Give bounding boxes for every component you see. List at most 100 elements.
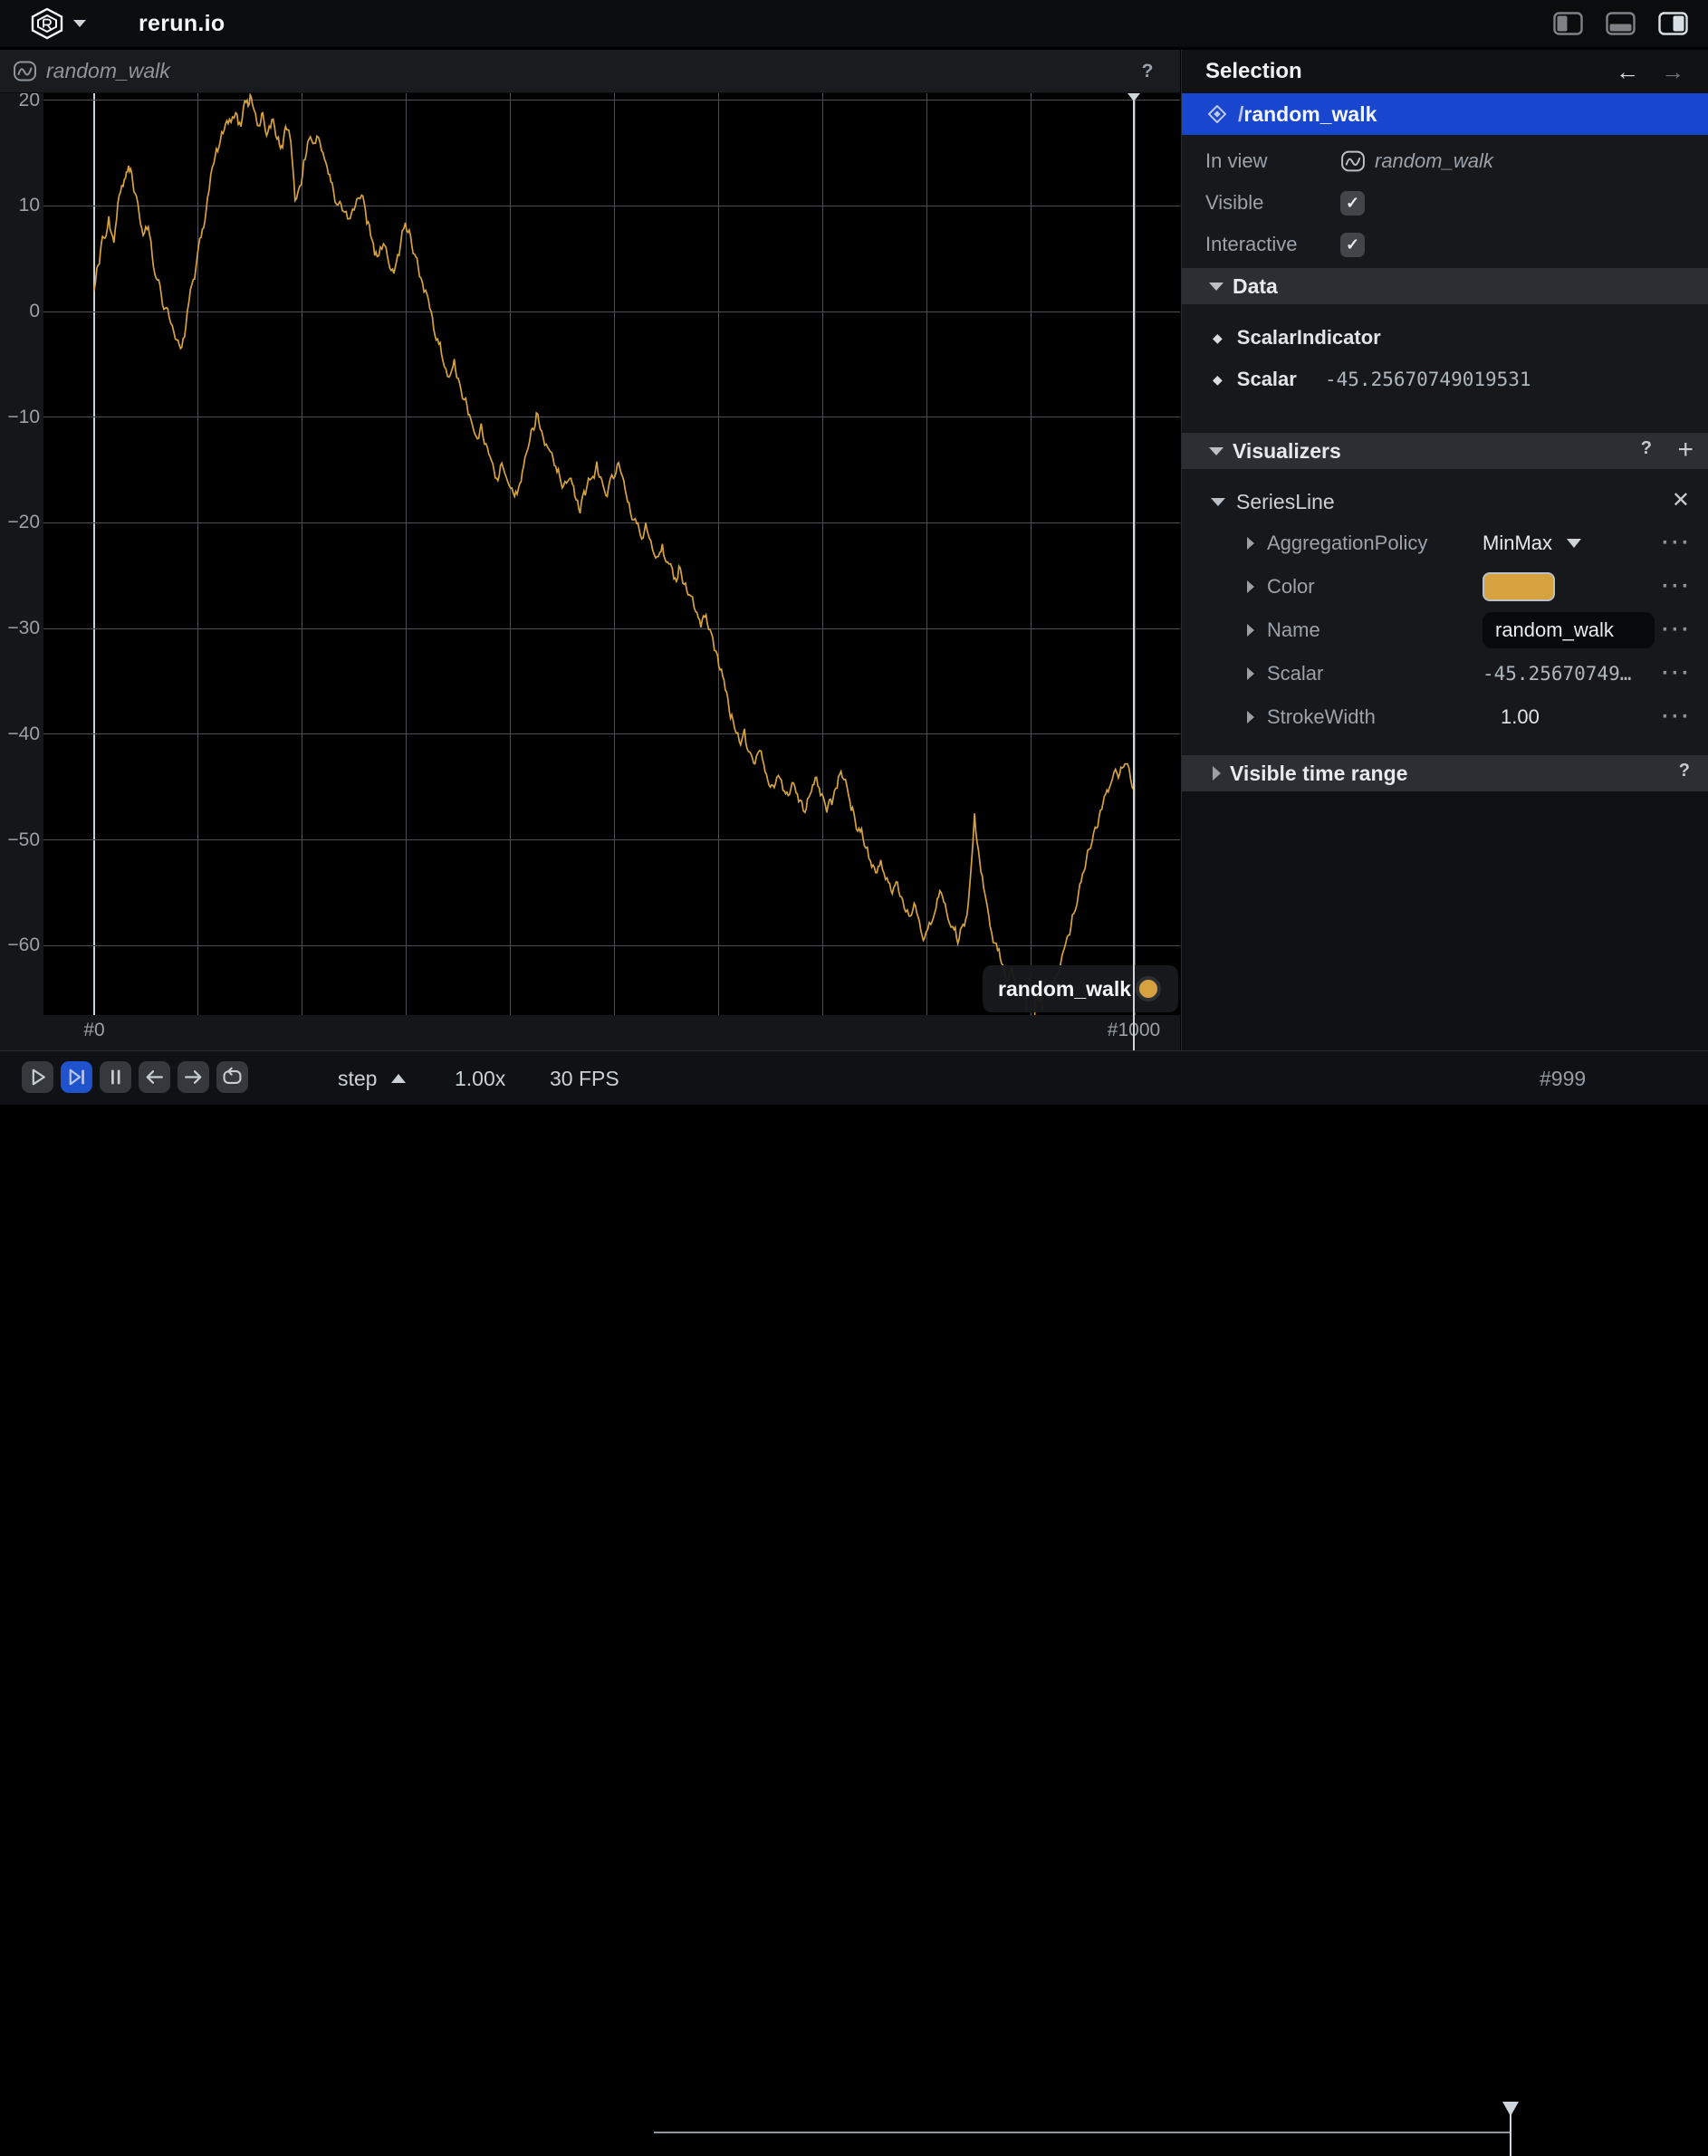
step-forward-button[interactable] <box>178 1061 209 1093</box>
aggregation-policy-dropdown[interactable]: MinMax <box>1483 532 1581 555</box>
expand-caret-icon[interactable] <box>1247 667 1254 680</box>
selected-entity-row[interactable]: /random_walk <box>1182 93 1708 135</box>
current-time-label: #999 <box>1540 1051 1586 1106</box>
step-back-button[interactable] <box>139 1061 170 1093</box>
property-label: AggregationPolicy <box>1267 532 1427 555</box>
visualizer-name: SeriesLine <box>1236 490 1335 514</box>
entity-icon <box>1207 104 1227 124</box>
expand-caret-icon[interactable] <box>1247 580 1254 593</box>
component-row[interactable]: ◆ Scalar -45.25670749019531 <box>1182 359 1708 400</box>
visualizers-section-title: Visualizers <box>1233 439 1341 464</box>
plot-area[interactable]: random_walk 20100−10−20−30−40−50−60 #0 #… <box>0 93 1180 1050</box>
interactive-row: Interactive ✓ <box>1182 224 1708 265</box>
y-axis-tick-label: −30 <box>0 617 40 640</box>
y-axis-labels: 20100−10−20−30−40−50−60 <box>0 93 40 1015</box>
timeseries-view: random_walk ? random_walk 20100−10−20−30… <box>0 50 1180 1050</box>
component-row[interactable]: ◆ ScalarIndicator <box>1182 317 1708 359</box>
y-axis-tick-label: −20 <box>0 511 40 534</box>
scalar-row: Scalar -45.25670749… ··· <box>1182 652 1708 695</box>
panel-toggles <box>1553 12 1688 35</box>
overflow-menu-button[interactable]: ··· <box>1662 618 1692 643</box>
loop-button[interactable] <box>216 1061 248 1093</box>
overflow-menu-button[interactable]: ··· <box>1662 531 1692 556</box>
app-menu-button[interactable] <box>29 7 86 40</box>
bottom-panel-icon <box>1606 12 1636 35</box>
property-label: Name <box>1267 618 1320 642</box>
visible-checkbox[interactable]: ✓ <box>1340 191 1365 216</box>
timeline-track[interactable] <box>654 2132 1511 2133</box>
visualizers-section-header[interactable]: Visualizers ? + <box>1182 433 1708 469</box>
selection-header: Selection ← → <box>1182 50 1708 93</box>
y-axis-tick-label: −50 <box>0 829 40 852</box>
selection-back-button[interactable]: ← <box>1612 57 1643 86</box>
loop-icon <box>220 1065 245 1089</box>
data-components: ◆ ScalarIndicator ◆ Scalar -45.256707490… <box>1182 304 1708 433</box>
y-axis-tick-label: 0 <box>0 300 40 323</box>
bottom-panel-toggle-button[interactable] <box>1606 12 1636 35</box>
in-view-link[interactable]: random_walk <box>1340 149 1493 174</box>
overflow-menu-button[interactable]: ··· <box>1662 661 1692 686</box>
view-header[interactable]: random_walk ? <box>0 50 1180 93</box>
expand-caret-icon <box>1213 766 1221 781</box>
time-range-section-header[interactable]: Visible time range ? <box>1182 755 1708 791</box>
selection-forward-button[interactable]: → <box>1657 57 1688 86</box>
play-button[interactable] <box>22 1061 53 1093</box>
component-value: -45.25670749019531 <box>1325 369 1531 390</box>
in-view-value: random_walk <box>1375 149 1493 173</box>
remove-visualizer-button[interactable]: ✕ <box>1672 487 1690 513</box>
series-line-path <box>43 93 1180 1015</box>
pause-icon <box>103 1065 128 1089</box>
step-granularity-dropdown[interactable]: step <box>338 1051 406 1106</box>
legend-series-dot <box>1136 976 1161 1001</box>
fps-control[interactable]: 30 FPS <box>550 1051 619 1106</box>
rerun-viewer: rerun.io <box>0 0 1708 1105</box>
property-label: Color <box>1267 575 1315 599</box>
overflow-menu-button[interactable]: ··· <box>1662 704 1692 730</box>
interactive-checkbox[interactable]: ✓ <box>1340 233 1365 257</box>
entity-path: /random_walk <box>1238 102 1377 127</box>
arrow-left-icon <box>142 1065 167 1089</box>
time-range-help-button[interactable]: ? <box>1679 761 1690 781</box>
right-panel-icon <box>1658 12 1688 35</box>
time-cursor-line[interactable] <box>1133 93 1135 1050</box>
pause-button[interactable] <box>100 1061 131 1093</box>
in-view-label: In view <box>1205 149 1267 173</box>
collapse-caret-icon <box>1209 447 1223 455</box>
timeseries-view-icon <box>1340 149 1366 174</box>
collapse-caret-icon <box>1211 498 1225 506</box>
name-row: Name ··· <box>1182 608 1708 652</box>
data-section-header[interactable]: Data <box>1182 268 1708 304</box>
selection-title: Selection <box>1205 59 1302 84</box>
data-section-title: Data <box>1233 274 1278 299</box>
component-diamond-icon: ◆ <box>1213 331 1223 346</box>
view-help-button[interactable]: ? <box>1135 59 1160 84</box>
color-swatch[interactable] <box>1483 572 1555 601</box>
top-bar: rerun.io <box>0 0 1708 47</box>
right-panel-toggle-button[interactable] <box>1658 12 1688 35</box>
add-visualizer-button[interactable]: + <box>1677 435 1694 465</box>
arrow-right-icon <box>181 1065 206 1089</box>
seriesline-visualizer-row[interactable]: SeriesLine ✕ <box>1182 482 1708 522</box>
expand-caret-icon[interactable] <box>1247 537 1254 550</box>
dropdown-caret-icon <box>1567 539 1581 548</box>
expand-caret-icon[interactable] <box>1247 624 1254 637</box>
stroke-width-row: StrokeWidth 1.00 ··· <box>1182 695 1708 739</box>
follow-button[interactable] <box>61 1061 92 1093</box>
aggregation-policy-row: AggregationPolicy MinMax ··· <box>1182 522 1708 565</box>
y-axis-tick-label: 10 <box>0 194 40 217</box>
plot-canvas[interactable]: random_walk <box>43 93 1180 1015</box>
series-name-input[interactable] <box>1483 612 1655 648</box>
logo-menu-caret-icon <box>73 20 86 27</box>
visualizers-help-button[interactable]: ? <box>1641 438 1652 459</box>
stroke-width-value: 1.00 <box>1501 705 1540 729</box>
playback-speed-control[interactable]: 1.00x <box>455 1051 505 1106</box>
expand-caret-icon[interactable] <box>1247 711 1254 723</box>
left-panel-toggle-button[interactable] <box>1553 12 1583 35</box>
property-label: Scalar <box>1267 662 1323 685</box>
property-label: StrokeWidth <box>1267 705 1376 729</box>
interactive-label: Interactive <box>1205 233 1298 256</box>
collapse-caret-icon <box>1209 283 1223 291</box>
y-axis-tick-label: 20 <box>0 93 40 112</box>
overflow-menu-button[interactable]: ··· <box>1662 574 1692 599</box>
x-axis-label-start: #0 <box>67 1020 121 1041</box>
